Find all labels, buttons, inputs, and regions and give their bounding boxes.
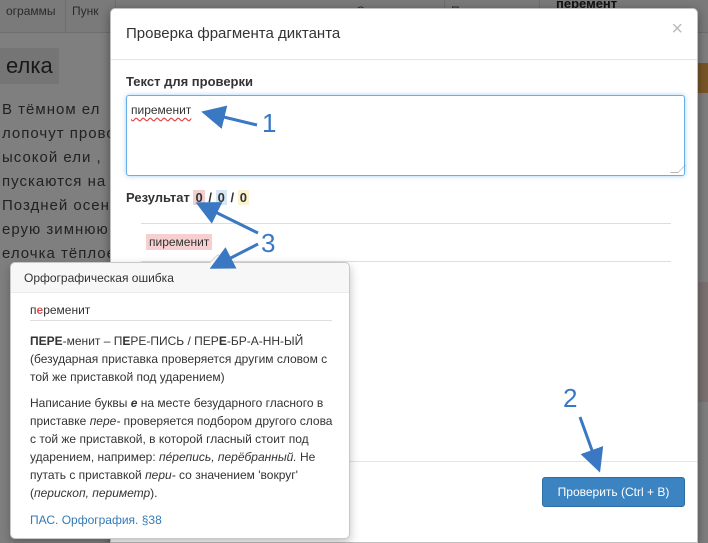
result-separator: /	[208, 190, 212, 205]
result-separator: /	[230, 190, 235, 205]
error-count: 0	[193, 190, 205, 205]
popover-divider	[30, 320, 332, 321]
result-summary: Результат 0 / 0 / 0	[126, 190, 249, 205]
annotation-number: 2	[563, 383, 578, 413]
rule-reference-link[interactable]: ПАС. Орфография. §38	[30, 513, 162, 527]
close-icon[interactable]: ×	[671, 19, 683, 39]
rule-note: (безударная приставка проверяется другим…	[30, 352, 328, 384]
correct-word: переменит	[30, 303, 91, 317]
result-divider	[141, 223, 671, 224]
textarea-value: пиременит	[131, 103, 192, 117]
warning-count: 0	[237, 190, 249, 205]
rule-scheme: ПЕРЕ-менит – ПЕРЕ-ПИСЬ / ПЕРЕ-БР-А-НН-ЫЙ…	[30, 332, 336, 386]
annotation-number: 3	[261, 228, 276, 258]
check-text-input[interactable]: пиременит	[126, 95, 686, 176]
popover-arrow	[209, 254, 227, 263]
fixed-count: 0	[215, 190, 227, 205]
rule-explanation: Написание буквы е на месте безударного г…	[30, 396, 333, 500]
check-button[interactable]: Проверить (Ctrl + B)	[542, 477, 685, 507]
popover-title: Орфографическая ошибка	[11, 263, 349, 293]
error-word[interactable]: пиременит	[146, 234, 213, 250]
result-label: Результат	[126, 190, 190, 205]
resize-handle-icon[interactable]	[670, 165, 686, 173]
text-field-label: Текст для проверки	[126, 74, 253, 89]
modal-title: Проверка фрагмента диктанта	[126, 25, 341, 42]
spelling-error-popover: Орфографическая ошибка переменит ПЕРЕ-ме…	[10, 254, 350, 539]
modal-header: Проверка фрагмента диктанта ×	[111, 9, 697, 60]
annotation-number: 1	[262, 108, 277, 138]
